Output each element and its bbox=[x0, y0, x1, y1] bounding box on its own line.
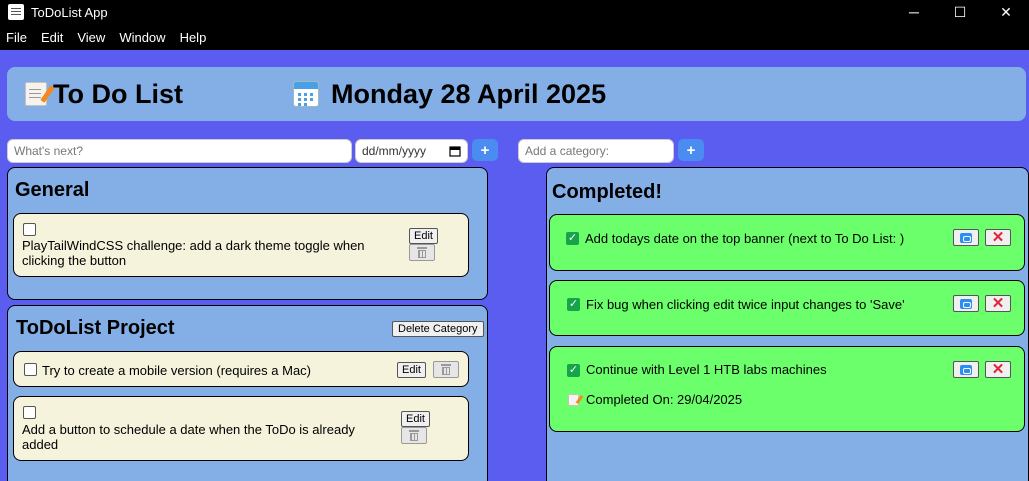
date-input[interactable]: dd/mm/yyyy bbox=[355, 139, 468, 163]
category-input[interactable]: Add a category: bbox=[518, 139, 674, 163]
checked-checkbox[interactable]: ✓ bbox=[566, 232, 579, 245]
todo-item: Try to create a mobile version (requires… bbox=[13, 351, 469, 387]
trash-icon bbox=[417, 247, 427, 258]
completed-item: ✓ Fix bug when clicking edit twice input… bbox=[549, 280, 1025, 336]
restore-icon bbox=[960, 364, 972, 375]
close-button[interactable]: ✕ bbox=[983, 0, 1029, 24]
todo-item: Add a button to schedule a date when the… bbox=[13, 396, 469, 461]
calendar-picker-icon[interactable] bbox=[449, 145, 461, 157]
restore-icon bbox=[960, 298, 972, 309]
trash-icon bbox=[441, 364, 451, 375]
restore-icon bbox=[960, 232, 972, 243]
menu-bar: File Edit View Window Help bbox=[0, 24, 1029, 50]
menu-window[interactable]: Window bbox=[112, 30, 172, 45]
category-panel-todolist-project: ToDoList Project Delete Category Try to … bbox=[7, 305, 488, 481]
checked-checkbox[interactable]: ✓ bbox=[567, 298, 580, 311]
completed-title: Completed! bbox=[552, 181, 662, 203]
add-category-button[interactable]: + bbox=[678, 139, 704, 161]
todo-item: PlayTailWindCSS challenge: add a dark th… bbox=[13, 213, 469, 277]
completed-text: Fix bug when clicking edit twice input c… bbox=[586, 297, 905, 312]
todo-checkbox[interactable] bbox=[24, 363, 37, 376]
edit-button[interactable]: Edit bbox=[397, 362, 426, 378]
delete-button[interactable] bbox=[409, 244, 435, 261]
completed-on-date: Completed On: 29/04/2025 bbox=[586, 392, 743, 407]
edit-button[interactable]: Edit bbox=[409, 228, 438, 244]
remove-button[interactable]: ✕ bbox=[985, 229, 1011, 246]
menu-file[interactable]: File bbox=[0, 30, 34, 45]
todo-text: Add a button to schedule a date when the… bbox=[22, 422, 355, 452]
category-panel-general: General PlayTailWindCSS challenge: add a… bbox=[7, 167, 488, 300]
completed-text: Add todays date on the top banner (next … bbox=[585, 231, 905, 246]
window-controls: ─ ☐ ✕ bbox=[891, 0, 1029, 24]
app-icon bbox=[8, 4, 24, 20]
window-title: ToDoList App bbox=[31, 4, 108, 20]
completed-text: Continue with Level 1 HTB labs machines bbox=[586, 362, 827, 377]
delete-button[interactable] bbox=[401, 427, 427, 444]
memo-icon bbox=[568, 394, 579, 406]
todo-checkbox[interactable] bbox=[23, 406, 36, 419]
todo-text: Try to create a mobile version (requires… bbox=[42, 363, 312, 378]
title-bar: ToDoList App ─ ☐ ✕ bbox=[0, 0, 1029, 24]
delete-button[interactable] bbox=[433, 361, 459, 378]
menu-edit[interactable]: Edit bbox=[34, 30, 70, 45]
checked-checkbox[interactable]: ✓ bbox=[567, 364, 580, 377]
category-title: ToDoList Project bbox=[16, 317, 175, 339]
todo-checkbox[interactable] bbox=[23, 223, 36, 236]
maximize-button[interactable]: ☐ bbox=[937, 0, 983, 24]
page-title: To Do List bbox=[53, 78, 183, 109]
restore-button[interactable] bbox=[953, 361, 979, 378]
menu-view[interactable]: View bbox=[70, 30, 112, 45]
delete-category-button[interactable]: Delete Category bbox=[392, 321, 484, 337]
restore-button[interactable] bbox=[953, 229, 979, 246]
todo-input[interactable]: What's next? bbox=[7, 139, 352, 163]
add-todo-button[interactable]: + bbox=[472, 139, 498, 161]
trash-icon bbox=[409, 430, 419, 441]
completed-item: ✓ Continue with Level 1 HTB labs machine… bbox=[549, 346, 1025, 432]
todo-text: PlayTailWindCSS challenge: add a dark th… bbox=[22, 238, 365, 268]
remove-button[interactable]: ✕ bbox=[985, 361, 1011, 378]
restore-button[interactable] bbox=[953, 295, 979, 312]
completed-panel: Completed! ✓ Add todays date on the top … bbox=[546, 167, 1029, 481]
remove-button[interactable]: ✕ bbox=[985, 295, 1011, 312]
category-title: General bbox=[15, 179, 90, 201]
date-placeholder: dd/mm/yyyy bbox=[362, 144, 427, 158]
memo-icon bbox=[21, 82, 51, 106]
minimize-button[interactable]: ─ bbox=[891, 0, 937, 24]
completed-item: ✓ Add todays date on the top banner (nex… bbox=[549, 214, 1025, 271]
current-date: Monday 28 April 2025 bbox=[330, 78, 607, 109]
header-banner: To Do List Monday 28 April 2025 bbox=[7, 67, 1026, 121]
menu-help[interactable]: Help bbox=[173, 30, 214, 45]
edit-button[interactable]: Edit bbox=[401, 411, 430, 427]
calendar-icon bbox=[292, 81, 319, 107]
